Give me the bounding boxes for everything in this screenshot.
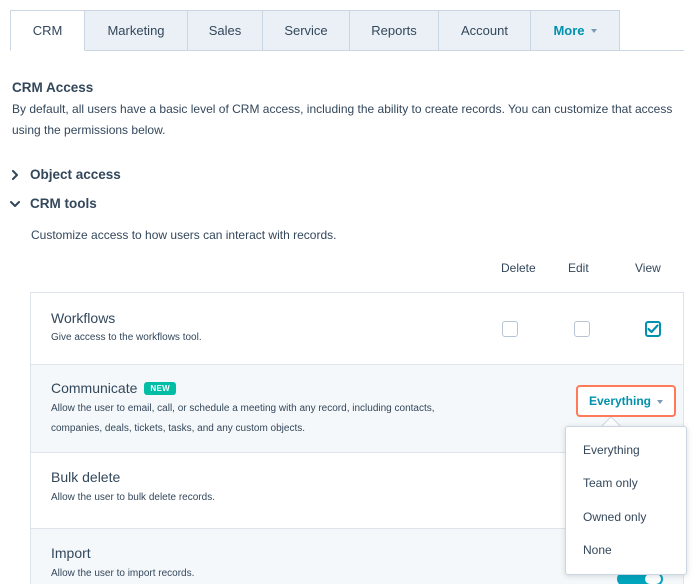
object-access-label: Object access xyxy=(30,167,121,182)
row-title: Workflows xyxy=(51,310,116,326)
caret-down-icon xyxy=(657,399,663,404)
crm-tools-toggle[interactable]: CRM tools xyxy=(8,196,97,211)
tab-more-label: More xyxy=(553,23,585,38)
menu-item-everything[interactable]: Everything xyxy=(583,443,640,457)
row-title: Bulk delete xyxy=(51,469,121,485)
row-description: Allow the user to import records. xyxy=(51,568,195,579)
new-badge: NEW xyxy=(144,382,176,395)
menu-item-team-only[interactable]: Team only xyxy=(583,476,638,490)
column-header-delete: Delete xyxy=(501,261,536,275)
tab-service[interactable]: Service xyxy=(263,10,350,51)
tab-sales[interactable]: Sales xyxy=(188,10,263,51)
object-access-toggle[interactable]: Object access xyxy=(8,167,121,182)
row-description: Allow the user to bulk delete records. xyxy=(51,492,215,503)
tab-more[interactable]: More xyxy=(531,10,620,51)
menu-item-none[interactable]: None xyxy=(583,543,612,557)
tab-reports[interactable]: Reports xyxy=(350,10,439,51)
column-header-edit: Edit xyxy=(568,261,589,275)
toggle-knob xyxy=(645,574,661,584)
crm-tools-description: Customize access to how users can intera… xyxy=(31,228,337,242)
row-title-text: Communicate xyxy=(51,380,138,396)
row-description: Allow the user to email, call, or schedu… xyxy=(51,403,435,434)
crm-tools-label: CRM tools xyxy=(30,196,97,211)
tab-crm[interactable]: CRM xyxy=(10,10,85,51)
column-header-view: View xyxy=(635,261,661,275)
tab-marketing[interactable]: Marketing xyxy=(85,10,188,51)
communicate-dropdown-value: Everything xyxy=(588,394,651,408)
menu-item-owned-only[interactable]: Owned only xyxy=(583,510,646,524)
workflows-view-checkbox[interactable] xyxy=(645,321,661,337)
communicate-dropdown[interactable]: Everything xyxy=(576,385,676,417)
workflows-edit-checkbox[interactable] xyxy=(574,321,590,337)
row-title: Import xyxy=(51,545,91,561)
crm-access-heading: CRM Access xyxy=(12,80,94,95)
workflows-delete-checkbox[interactable] xyxy=(502,321,518,337)
chevron-down-icon xyxy=(8,197,22,211)
tab-bar-divider xyxy=(620,50,684,51)
row-description: Give access to the workflows tool. xyxy=(51,332,202,343)
checkmark-icon xyxy=(647,324,659,334)
caret-down-icon xyxy=(590,29,597,33)
communicate-dropdown-menu: Everything Team only Owned only None xyxy=(565,426,687,575)
tab-account[interactable]: Account xyxy=(439,10,531,51)
communicate-dropdown-button[interactable]: Everything xyxy=(589,394,663,408)
chevron-right-icon xyxy=(8,168,22,182)
row-title: Communicate NEW xyxy=(51,380,176,396)
crm-access-description: By default, all users have a basic level… xyxy=(12,102,673,137)
permissions-tab-bar: CRM Marketing Sales Service Reports Acco… xyxy=(10,10,620,51)
